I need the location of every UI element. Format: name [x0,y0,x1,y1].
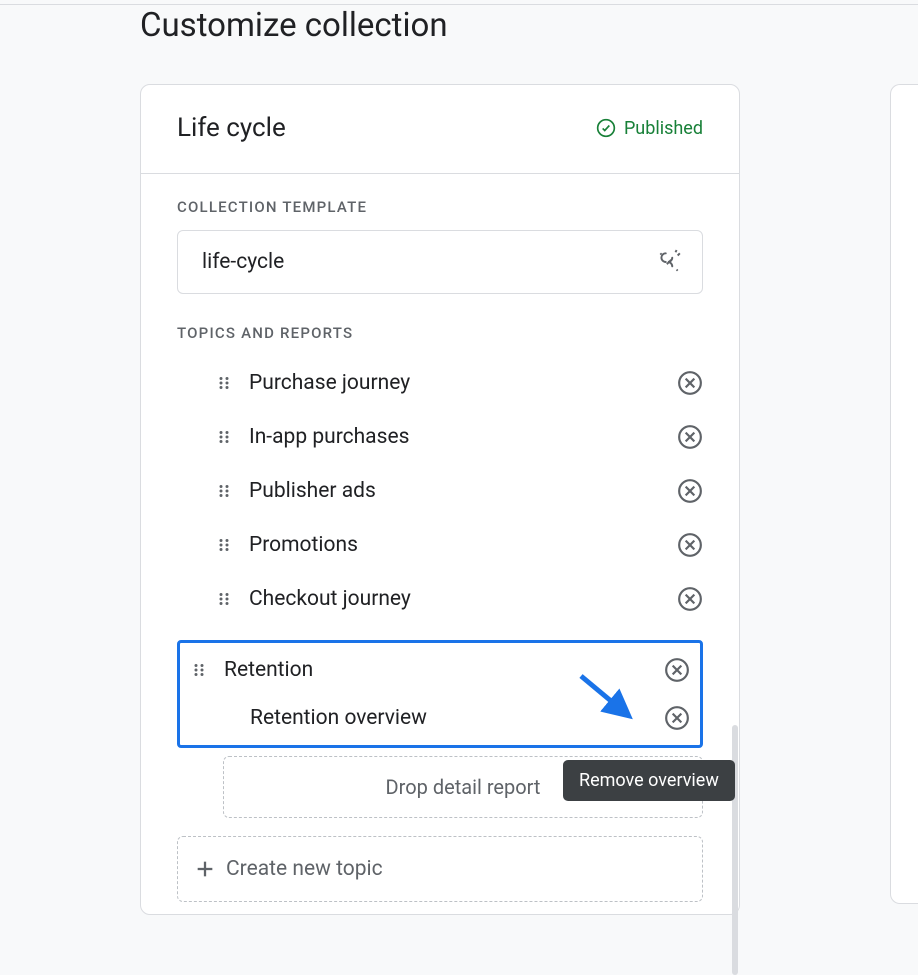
status-label: Published [624,118,703,139]
sub-report-label: Retention overview [190,706,648,730]
drag-handle-icon[interactable] [215,482,233,500]
remove-icon[interactable] [677,532,703,558]
report-item[interactable]: Checkout journey [215,572,703,626]
highlighted-topic: Retention Retention overview [177,640,703,748]
create-new-topic-button[interactable]: Create new topic [177,836,703,902]
topic-header[interactable]: Retention [180,655,700,695]
remove-icon[interactable] [677,370,703,396]
reports-list: Purchase journey In-app purchases Publis… [177,356,703,626]
report-item[interactable]: Purchase journey [215,356,703,410]
report-label: Publisher ads [249,479,661,503]
report-item[interactable]: Promotions [215,518,703,572]
remove-icon[interactable] [677,586,703,612]
create-topic-label: Create new topic [226,857,383,881]
drag-handle-icon[interactable] [215,536,233,554]
unlink-icon[interactable] [656,249,682,275]
status-badge: Published [596,118,703,139]
report-label: Promotions [249,533,661,557]
tooltip: Remove overview [563,760,735,801]
collection-name: Life cycle [177,113,286,143]
report-item[interactable]: Publisher ads [215,464,703,518]
drag-handle-icon[interactable] [215,590,233,608]
topic-name: Retention [224,658,648,682]
plus-icon [194,858,216,880]
report-item[interactable]: In-app purchases [215,410,703,464]
topic-sub-report[interactable]: Retention overview [180,695,700,731]
remove-icon[interactable] [677,478,703,504]
drag-handle-icon[interactable] [190,661,208,679]
remove-topic-icon[interactable] [664,657,690,683]
remove-overview-icon[interactable] [664,705,690,731]
side-panel [890,84,918,904]
drag-handle-icon[interactable] [215,374,233,392]
drag-handle-icon[interactable] [215,428,233,446]
card-header: Life cycle Published [141,85,739,174]
template-section-label: COLLECTION TEMPLATE [177,198,703,216]
check-circle-icon [596,118,616,138]
report-label: Checkout journey [249,587,661,611]
template-value: life-cycle [202,250,284,274]
report-label: In-app purchases [249,425,661,449]
report-label: Purchase journey [249,371,661,395]
template-field[interactable]: life-cycle [177,230,703,294]
remove-icon[interactable] [677,424,703,450]
topics-section-label: TOPICS AND REPORTS [177,324,703,342]
page-title: Customize collection [140,6,448,45]
